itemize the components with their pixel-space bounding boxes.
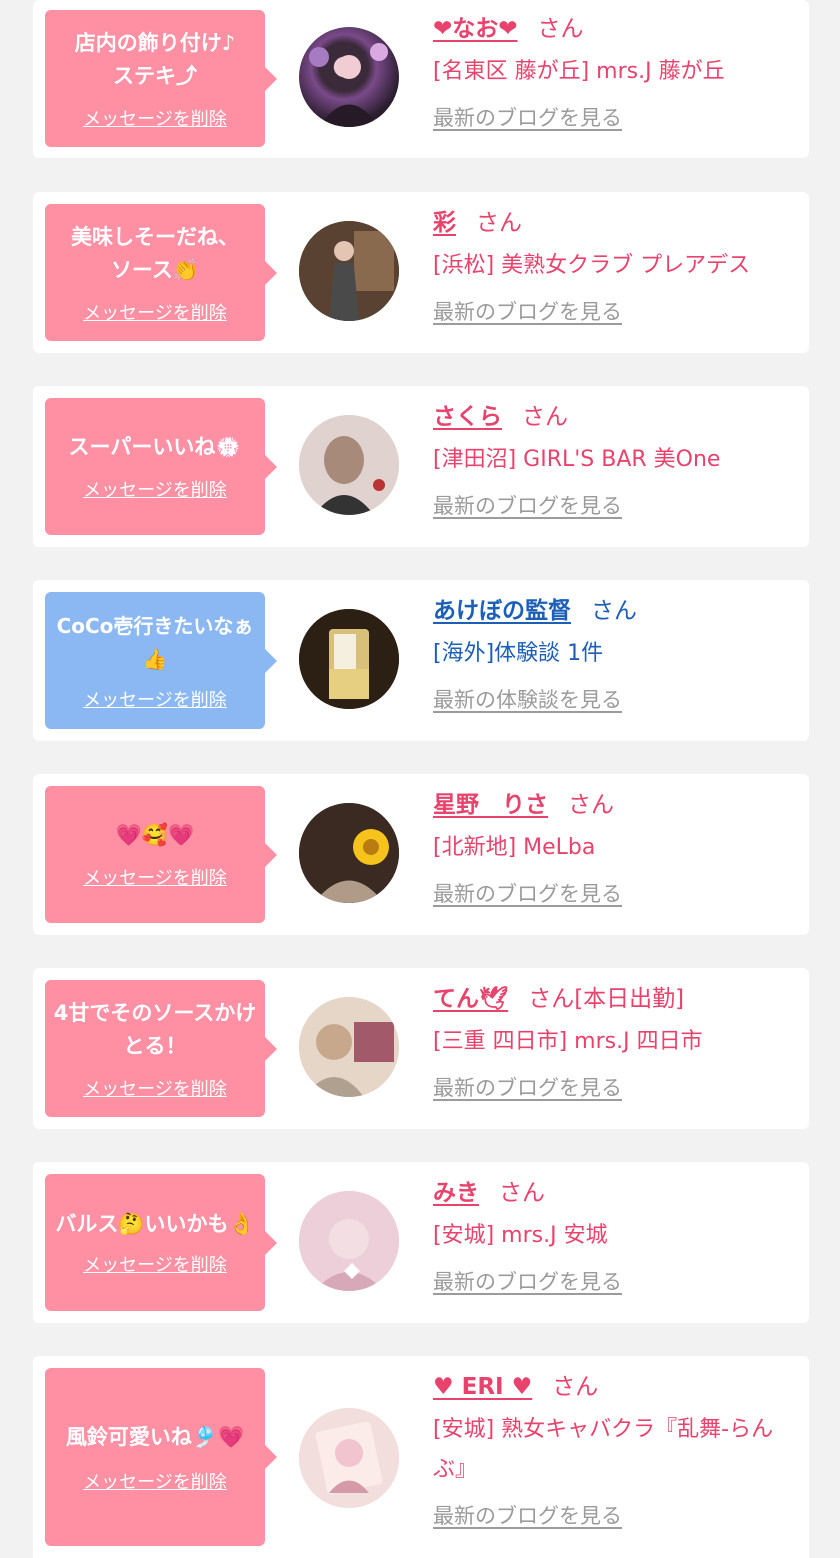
shop-info: [安城] 熟女キャバクラ『乱舞-らんぶ』 [433, 1417, 774, 1482]
user-info: ❤なお❤ さん [名東区 藤が丘] mrs.J 藤が丘 最新のブログを見る [433, 14, 797, 132]
user-name-link[interactable]: ❤なお❤ [433, 16, 518, 42]
message-bubble: 店内の飾り付け♪ステキ⤴ メッセージを削除 [45, 10, 277, 147]
delete-message-link[interactable]: メッセージを削除 [83, 1468, 227, 1494]
delete-message-link[interactable]: メッセージを削除 [83, 686, 227, 712]
honorific: さん [476, 210, 522, 236]
message-card: スーパーいいね💮 メッセージを削除 さくら さん [津田沼] GIRL'S BAR… [33, 386, 809, 547]
user-name-link[interactable]: ♥ ERI ♥ [433, 1374, 532, 1400]
latest-blog-link[interactable]: 最新のブログを見る [433, 1266, 622, 1296]
message-bubble: スーパーいいね💮 メッセージを削除 [45, 398, 277, 535]
message-list: 店内の飾り付け♪ステキ⤴ メッセージを削除 ❤なお❤ さん [名東区 藤が丘] m… [0, 0, 840, 1558]
user-info: あけぼの監督 さん [海外]体験談 1件 最新の体験談を見る [433, 596, 797, 714]
avatar[interactable] [299, 997, 399, 1097]
shop-info: [津田沼] GIRL'S BAR 美One [433, 447, 721, 472]
message-text: CoCo壱行きたいなぁ👍 [56, 613, 254, 671]
delete-message-link[interactable]: メッセージを削除 [83, 105, 227, 131]
latest-blog-link[interactable]: 最新のブログを見る [433, 1072, 622, 1102]
user-name-link[interactable]: みき [433, 1180, 479, 1206]
message-text: スーパーいいね💮 [68, 435, 242, 459]
message-bubble: 風鈴可愛いね🎐💗 メッセージを削除 [45, 1368, 277, 1546]
user-name-link[interactable]: てん🕊 [433, 986, 508, 1012]
delete-message-link[interactable]: メッセージを削除 [83, 1251, 227, 1277]
latest-blog-link[interactable]: 最新のブログを見る [433, 490, 622, 520]
latest-blog-link[interactable]: 最新のブログを見る [433, 102, 622, 132]
shop-info: [名東区 藤が丘] mrs.J 藤が丘 [433, 59, 725, 84]
latest-blog-link[interactable]: 最新のブログを見る [433, 878, 622, 908]
message-text: 美味しそーだね、ソース👏 [71, 224, 239, 282]
shop-info: [北新地] MeLba [433, 835, 596, 860]
avatar[interactable] [299, 27, 399, 127]
user-info: 星野 りさ さん [北新地] MeLba 最新のブログを見る [433, 790, 797, 908]
user-info: みき さん [安城] mrs.J 安城 最新のブログを見る [433, 1178, 797, 1296]
avatar[interactable] [299, 609, 399, 709]
message-text: 4甘でそのソースかけとる！ [53, 1000, 257, 1058]
avatar[interactable] [299, 803, 399, 903]
shop-info: [海外]体験談 1件 [433, 641, 604, 666]
avatar[interactable] [299, 1191, 399, 1291]
honorific: さん [568, 792, 614, 818]
honorific: さん [537, 16, 584, 42]
honorific-status: さん[本日出勤] [528, 986, 685, 1012]
honorific: さん [591, 598, 637, 624]
latest-blog-link[interactable]: 最新のブログを見る [433, 296, 622, 326]
user-name-link[interactable]: あけぼの監督 [433, 598, 571, 624]
honorific: さん [522, 404, 568, 430]
message-bubble: 💗🥰💗 メッセージを削除 [45, 786, 277, 923]
avatar[interactable] [299, 415, 399, 515]
shop-info: [三重 四日市] mrs.J 四日市 [433, 1029, 703, 1054]
avatar[interactable] [299, 221, 399, 321]
message-card: 風鈴可愛いね🎐💗 メッセージを削除 ♥ ERI ♥ さん [安城] 熟女キャバクラ… [33, 1356, 809, 1558]
message-card: 4甘でそのソースかけとる！ メッセージを削除 てん🕊 さん[本日出勤] [三重 四… [33, 968, 809, 1129]
message-card: 美味しそーだね、ソース👏 メッセージを削除 彩さん [浜松] 美熟女クラブ プレ… [33, 192, 809, 353]
delete-message-link[interactable]: メッセージを削除 [83, 864, 227, 890]
user-info: 彩さん [浜松] 美熟女クラブ プレアデス 最新のブログを見る [433, 208, 797, 326]
latest-blog-link[interactable]: 最新のブログを見る [433, 1500, 622, 1530]
avatar[interactable] [299, 1408, 399, 1508]
honorific: さん [499, 1180, 545, 1206]
user-info: さくら さん [津田沼] GIRL'S BAR 美One 最新のブログを見る [433, 402, 797, 520]
message-bubble: 美味しそーだね、ソース👏 メッセージを削除 [45, 204, 277, 341]
honorific: さん [552, 1374, 599, 1400]
shop-info: [浜松] 美熟女クラブ プレアデス [433, 253, 751, 278]
message-text: 💗🥰💗 [115, 823, 195, 847]
delete-message-link[interactable]: メッセージを削除 [83, 299, 227, 325]
message-text: 風鈴可愛いね🎐💗 [65, 1424, 245, 1449]
latest-review-link[interactable]: 最新の体験談を見る [433, 684, 622, 714]
message-bubble: バルス🤔いいかも👌 メッセージを削除 [45, 1174, 277, 1311]
user-info: てん🕊 さん[本日出勤] [三重 四日市] mrs.J 四日市 最新のブログを見る [433, 984, 797, 1102]
user-name-link[interactable]: さくら [433, 404, 502, 430]
delete-message-link[interactable]: メッセージを削除 [83, 1075, 227, 1101]
user-name-link[interactable]: 彩 [433, 210, 456, 236]
shop-info: [安城] mrs.J 安城 [433, 1223, 608, 1248]
delete-message-link[interactable]: メッセージを削除 [83, 476, 227, 502]
message-card: 店内の飾り付け♪ステキ⤴ メッセージを削除 ❤なお❤ さん [名東区 藤が丘] m… [33, 0, 809, 158]
message-bubble: CoCo壱行きたいなぁ👍 メッセージを削除 [45, 592, 277, 729]
user-name-link[interactable]: 星野 りさ [433, 792, 548, 818]
message-card: CoCo壱行きたいなぁ👍 メッセージを削除 あけぼの監督 さん [海外]体験談 1… [33, 580, 809, 741]
message-text: バルス🤔いいかも👌 [55, 1212, 255, 1236]
message-card: バルス🤔いいかも👌 メッセージを削除 みき さん [安城] mrs.J 安城 最新… [33, 1162, 809, 1323]
message-text: 店内の飾り付け♪ステキ⤴ [74, 30, 236, 88]
message-bubble: 4甘でそのソースかけとる！ メッセージを削除 [45, 980, 277, 1117]
message-card: 💗🥰💗 メッセージを削除 星野 りさ さん [北新地] MeLba 最新のブログを… [33, 774, 809, 935]
user-info: ♥ ERI ♥ さん [安城] 熟女キャバクラ『乱舞-らんぶ』 最新のブログを見る [433, 1372, 797, 1530]
